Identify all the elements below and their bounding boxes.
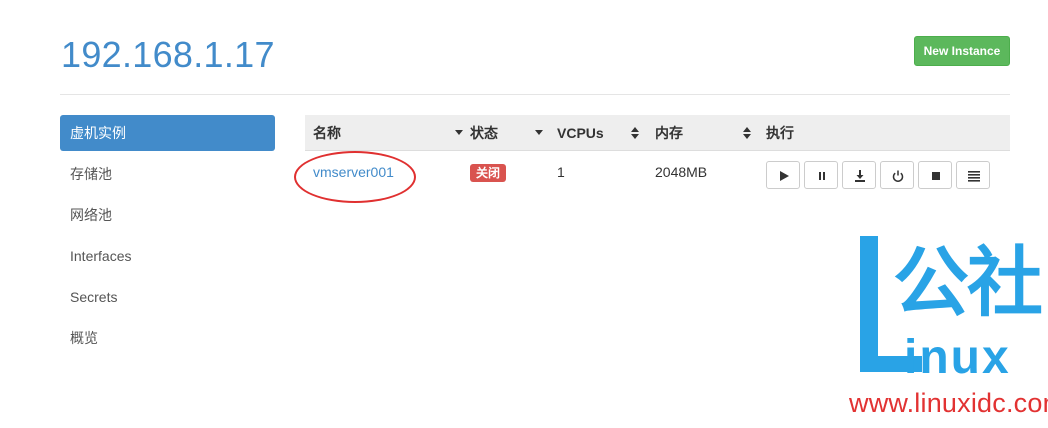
watermark-logo-text: 公社 (893, 238, 1043, 327)
sidebar-item-interfaces[interactable]: Interfaces (60, 238, 275, 274)
download-button[interactable] (842, 161, 876, 189)
page-title: 192.168.1.17 (61, 34, 275, 75)
instances-table: 名称 状态 VCPUs 内存 执行 vmserver001 关闭 1 2048M… (294, 115, 1010, 203)
download-icon (855, 170, 865, 182)
column-header-memory[interactable]: 内存 (655, 115, 755, 151)
new-instance-button[interactable]: New Instance (914, 36, 1010, 66)
instance-name-link[interactable]: vmserver001 (313, 164, 394, 180)
column-label-name: 名称 (313, 125, 341, 141)
stop-icon (932, 172, 940, 180)
sidebar-item-instances[interactable]: 虚机实例 (60, 115, 275, 151)
column-header-actions: 执行 (766, 115, 866, 151)
stop-button[interactable] (918, 161, 952, 189)
pause-button[interactable] (804, 161, 838, 189)
column-header-name[interactable]: 名称 (313, 115, 463, 151)
start-button[interactable] (766, 161, 800, 189)
details-button[interactable] (956, 161, 990, 189)
play-icon (780, 171, 789, 181)
sidebar-item-secrets[interactable]: Secrets (60, 279, 275, 315)
table-header: 名称 状态 VCPUs 内存 执行 (305, 115, 1010, 151)
memory-cell: 2048MB (655, 164, 708, 180)
table-row: vmserver001 关闭 1 2048MB (294, 151, 1010, 203)
sort-both-icon (743, 127, 751, 139)
instance-name-cell: vmserver001 (313, 162, 394, 182)
sidebar-nav: 虚机实例 存储池 网络池 Interfaces Secrets 概览 (60, 115, 275, 361)
vcpus-cell: 1 (557, 164, 565, 180)
power-button[interactable] (880, 161, 914, 189)
sidebar-item-overview[interactable]: 概览 (60, 320, 275, 356)
sort-caret-icon (455, 130, 463, 135)
header-divider (60, 94, 1010, 95)
column-label-vcpus: VCPUs (557, 125, 604, 141)
sort-both-icon (631, 127, 639, 139)
watermark-url: www.linuxidc.com (849, 388, 1048, 418)
pause-icon (819, 172, 825, 180)
column-label-memory: 内存 (655, 125, 683, 141)
sort-caret-icon (535, 130, 543, 135)
status-badge: 关闭 (470, 164, 507, 182)
menu-icon (968, 171, 980, 182)
column-header-vcpus[interactable]: VCPUs (557, 115, 642, 151)
column-label-actions: 执行 (766, 125, 794, 141)
column-label-status: 状态 (470, 125, 498, 141)
sidebar-item-network-pools[interactable]: 网络池 (60, 197, 275, 233)
watermark-logo-suffix: inux (904, 331, 1011, 384)
sidebar-item-storage-pools[interactable]: 存储池 (60, 156, 275, 192)
column-header-status[interactable]: 状态 (470, 115, 545, 151)
power-icon (892, 170, 904, 182)
